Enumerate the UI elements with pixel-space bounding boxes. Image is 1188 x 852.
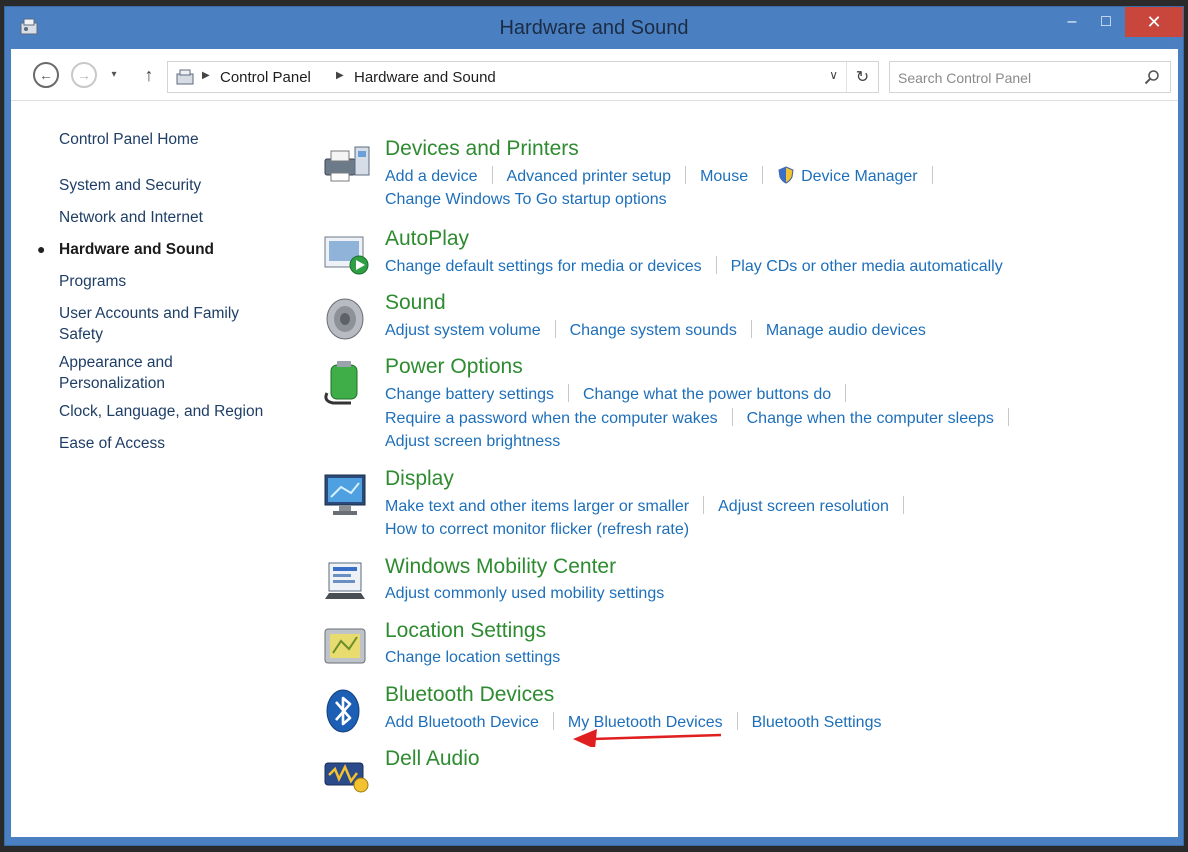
task-link[interactable]: Require a password when the computer wak… [385,410,718,427]
task-link[interactable]: Manage audio devices [766,322,926,339]
uac-shield-icon [778,166,794,184]
printer-icon [324,146,370,182]
category-title[interactable]: Windows Mobility Center [385,555,616,579]
speaker-icon [326,298,364,340]
navigation-bar: ← → ▾ ↑ ▶ Control Panel ▶ Hardware and S… [11,49,1178,101]
task-link[interactable]: How to correct monitor flicker (refresh … [385,521,689,538]
task-link[interactable]: Add Bluetooth Device [385,714,539,731]
category-title[interactable]: Sound [385,291,446,315]
search-box[interactable] [889,61,1171,93]
title-bar[interactable]: Hardware and Sound – □ ✕ [5,7,1183,49]
link-separator [731,408,733,426]
autoplay-icon [324,236,369,275]
sidebar-item-user-accounts[interactable]: User Accounts and Family Safety [59,303,239,345]
sidebar-item-clock-language-region[interactable]: Clock, Language, and Region [59,401,263,422]
task-link[interactable]: Change default settings for media or dev… [385,258,702,275]
link-separator [902,496,904,514]
link-separator [568,384,569,402]
task-link[interactable]: Make text and other items larger or smal… [385,498,689,515]
back-button[interactable]: ← [33,62,59,88]
link-separator [685,166,687,184]
dell-audio-icon [324,762,369,793]
task-link[interactable]: Change when the computer sleeps [747,410,994,427]
annotation-arrow-icon [573,729,722,747]
location-icon [324,628,366,664]
sidebar-item-programs[interactable]: Programs [59,271,126,292]
forward-button[interactable]: → [71,62,97,88]
category-title[interactable]: Dell Audio [385,747,480,771]
link-separator [552,712,554,730]
sidebar-item-ease-of-access[interactable]: Ease of Access [59,433,165,454]
recent-locations-button[interactable]: ▾ [107,66,121,82]
category-title[interactable]: Display [385,467,454,491]
category-title[interactable]: Location Settings [385,619,546,643]
breadcrumb-chevron-icon: ▶ [336,70,344,81]
control-panel-icon [176,69,194,85]
category-links: Adjust commonly used mobility settings [385,584,664,608]
category-links: Make text and other items larger or smal… [385,496,918,544]
category-links: Change battery settings Change what the p… [385,384,1023,456]
battery-icon [324,361,358,405]
link-separator [736,712,738,730]
link-separator [491,166,493,184]
link-separator [750,320,752,338]
sidebar-item-hardware-and-sound[interactable]: ● Hardware and Sound [37,239,215,260]
category-title[interactable]: AutoPlay [385,227,469,251]
close-button[interactable]: ✕ [1125,7,1183,37]
link-separator [1007,408,1009,426]
category-links: Change location settings [385,648,560,672]
sidebar-item-appearance[interactable]: Appearance and Personalization [59,352,173,394]
task-link[interactable]: Change Windows To Go startup options [385,191,667,208]
window-client-area: ← → ▾ ↑ ▶ Control Panel ▶ Hardware and S… [11,49,1178,837]
task-link[interactable]: Adjust commonly used mobility settings [385,585,664,602]
category-title[interactable]: Power Options [385,355,523,379]
task-link[interactable]: Advanced printer setup [507,168,672,185]
category-title[interactable]: Bluetooth Devices [385,683,554,707]
task-link[interactable]: Mouse [700,168,748,185]
active-bullet-icon: ● [37,241,46,257]
task-link[interactable]: Bluetooth Settings [752,714,882,731]
task-link[interactable]: Adjust screen brightness [385,433,560,450]
address-bar[interactable]: ▶ Control Panel ▶ Hardware and Sound ∨ ↻ [167,61,879,93]
breadcrumb-control-panel[interactable]: Control Panel [220,69,311,86]
control-panel-window: Hardware and Sound – □ ✕ ← → ▾ ↑ ▶ Contr… [4,6,1184,846]
address-dropdown-icon[interactable]: ∨ [829,68,838,82]
category-links: Adjust system volume Change system sounds… [385,320,926,344]
task-link[interactable]: Adjust screen resolution [718,498,889,515]
monitor-icon [324,474,366,515]
task-link[interactable]: Adjust system volume [385,322,541,339]
sidebar-item-control-panel-home[interactable]: Control Panel Home [59,129,199,150]
task-link[interactable]: Change what the power buttons do [583,386,831,403]
link-separator [703,496,705,514]
search-input[interactable] [898,68,1128,88]
up-button[interactable]: ↑ [139,62,159,88]
task-link[interactable]: Device Manager [801,168,918,185]
sidebar-item-network-and-internet[interactable]: Network and Internet [59,207,203,228]
search-icon[interactable] [1144,69,1160,85]
window-title: Hardware and Sound [499,17,689,39]
refresh-button[interactable]: ↻ [846,62,878,92]
link-separator [931,166,933,184]
bluetooth-icon [326,689,360,733]
link-separator [554,320,556,338]
sidebar-item-label: Hardware and Sound [59,241,215,258]
breadcrumb-hardware-and-sound[interactable]: Hardware and Sound [354,69,496,86]
category-links: Add a device Advanced printer setup Mouse D… [385,166,947,214]
breadcrumb-chevron-icon: ▶ [202,70,210,81]
sidebar-item-system-and-security[interactable]: System and Security [59,175,201,196]
minimize-button[interactable]: – [1057,7,1087,37]
link-separator [762,166,764,184]
task-link[interactable]: Play CDs or other media automatically [731,258,1003,275]
category-links: Change default settings for media or dev… [385,256,1003,280]
maximize-button[interactable]: □ [1091,7,1121,37]
task-link[interactable]: Change system sounds [570,322,737,339]
task-link[interactable]: Add a device [385,168,478,185]
mobility-icon [325,562,365,599]
task-link[interactable]: Change location settings [385,649,560,666]
link-separator [845,384,847,402]
category-title[interactable]: Devices and Printers [385,137,579,161]
link-separator [715,256,717,274]
task-link[interactable]: Change battery settings [385,386,554,403]
